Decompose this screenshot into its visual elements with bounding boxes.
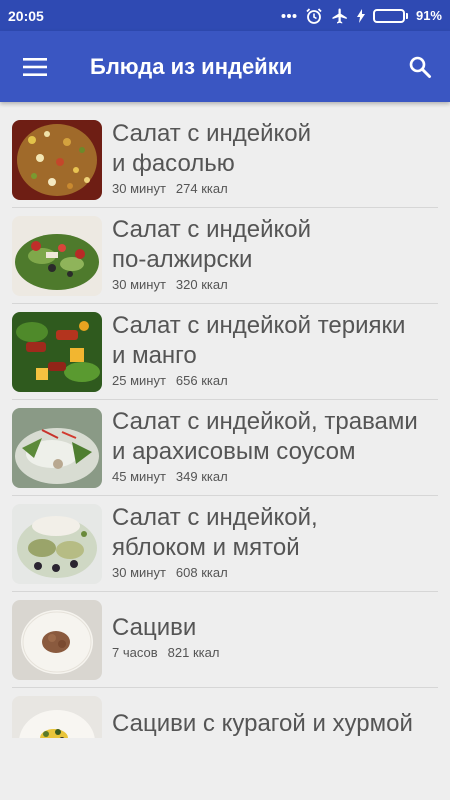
status-time: 20:05 — [8, 7, 44, 24]
app-bar: Блюда из индейки — [0, 31, 450, 102]
recipe-thumbnail — [12, 696, 102, 738]
page-title: Блюда из индейки — [90, 53, 293, 79]
recipe-item[interactable]: Салат с индейкой, яблоком и мятой 30 мин… — [12, 496, 438, 592]
status-icons: 91% — [281, 7, 442, 25]
recipe-title: Сациви с курагой и хурмой — [112, 710, 413, 737]
search-button[interactable] — [390, 31, 450, 102]
recipe-thumbnail — [12, 504, 102, 584]
recipe-title: Салат с индейкой, яблоком и мятой — [112, 504, 318, 561]
recipe-title: Салат с индейкой и фасолью — [112, 120, 312, 177]
recipe-item[interactable]: Салат с индейкой и фасолью 30 минут 274 к… — [12, 112, 438, 208]
recipe-item[interactable]: Сациви с курагой и хурмой — [12, 688, 438, 738]
recipe-list[interactable]: Салат с индейкой и фасолью 30 минут 274 к… — [0, 112, 450, 738]
alarm-clock-icon — [305, 7, 323, 25]
menu-button[interactable] — [0, 31, 70, 102]
recipe-item[interactable]: Сациви 7 часов 821 ккал — [12, 592, 438, 688]
recipe-time: 25 минут — [112, 373, 166, 388]
charging-bolt-icon — [356, 8, 365, 23]
hamburger-menu-icon — [23, 57, 47, 76]
recipe-thumbnail — [12, 600, 102, 680]
recipe-kcal: 656 ккал — [175, 373, 228, 388]
recipe-title: Салат с индейкой по-алжирски — [112, 216, 312, 273]
recipe-meta: 7 часов 821 ккал — [112, 645, 438, 660]
recipe-time: 30 минут — [112, 181, 166, 196]
recipe-kcal: 274 ккал — [175, 181, 228, 196]
recipe-item[interactable]: Салат с индейкой по-алжирски 30 минут 320… — [12, 208, 438, 304]
battery-icon — [372, 8, 408, 23]
recipe-kcal: 608 ккал — [175, 565, 228, 580]
battery-percent: 91% — [415, 8, 442, 23]
recipe-kcal: 349 ккал — [175, 469, 228, 484]
recipe-meta: 25 минут 656 ккал — [112, 373, 438, 388]
recipe-thumbnail — [12, 408, 102, 488]
recipe-kcal: 320 ккал — [175, 277, 228, 292]
recipe-time: 7 часов — [112, 645, 158, 660]
recipe-title: Салат с индейкой, травами и арахисовым с… — [112, 408, 418, 465]
recipe-time: 30 минут — [112, 565, 166, 580]
recipe-item[interactable]: Салат с индейкой терияки и манго 25 мину… — [12, 304, 438, 400]
recipe-thumbnail — [12, 120, 102, 200]
recipe-time: 30 минут — [112, 277, 166, 292]
recipe-thumbnail — [12, 312, 102, 392]
recipe-title: Салат с индейкой терияки и манго — [112, 312, 406, 369]
status-bar: 20:05 91% — [0, 0, 450, 31]
recipe-meta: 30 минут 608 ккал — [112, 565, 438, 580]
recipe-meta: 30 минут 274 ккал — [112, 181, 438, 196]
recipe-thumbnail — [12, 216, 102, 296]
recipe-meta: 30 минут 320 ккал — [112, 277, 438, 292]
airplane-mode-icon — [331, 7, 349, 25]
recipe-kcal: 821 ккал — [167, 645, 220, 660]
recipe-title: Сациви — [112, 614, 197, 641]
recipe-time: 45 минут — [112, 469, 166, 484]
recipe-item[interactable]: Салат с индейкой, травами и арахисовым с… — [12, 400, 438, 496]
more-dots-icon — [281, 13, 297, 19]
recipe-meta: 45 минут 349 ккал — [112, 469, 438, 484]
search-icon — [409, 56, 431, 78]
